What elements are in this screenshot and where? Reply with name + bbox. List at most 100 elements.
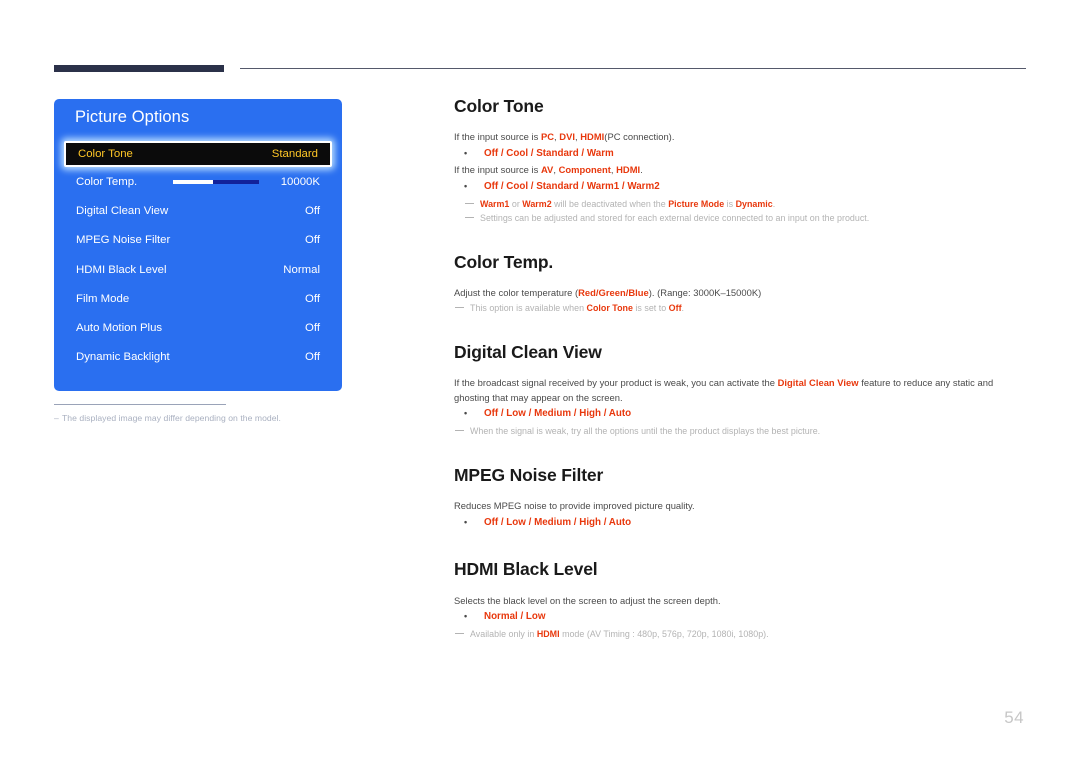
osd-panel-footnote: – The displayed image may differ dependin… <box>54 404 354 423</box>
hdmi-black-level-body: Selects the black level on the screen to… <box>454 594 721 606</box>
osd-picture-options-panel: Picture Options Color Tone Standard Colo… <box>54 99 342 391</box>
section-title-hdmi-black-level: HDMI Black Level <box>454 559 598 580</box>
text-fragment: Adjust the color temperature ( <box>454 287 579 299</box>
osd-row-dynamic-backlight[interactable]: Dynamic Backlight Off <box>54 343 342 372</box>
color-temp-body: Adjust the color temperature (Red/Green/… <box>454 286 1026 301</box>
keyword-component: Component <box>558 164 611 176</box>
keyword-green: Green <box>598 287 626 299</box>
list-item: Off / Low / Medium / High / Auto <box>454 514 1026 533</box>
osd-panel-title: Picture Options <box>75 108 190 126</box>
keyword-dvi: DVI <box>559 131 575 143</box>
keyword-pc: PC <box>540 131 555 143</box>
keyword-color-tone: Color Tone <box>586 302 633 313</box>
color-tone-subnote-2: Settings can be adjusted and stored for … <box>464 211 1026 225</box>
option-values: Off / Low / Medium / High / Auto <box>484 516 632 528</box>
osd-row-film-mode[interactable]: Film Mode Off <box>54 284 342 313</box>
mpeg-noise-filter-options-list: Off / Low / Medium / High / Auto <box>454 514 1026 533</box>
osd-menu-list: Color Tone Standard Color Temp. 10000K D… <box>54 141 342 372</box>
header-thin-line <box>240 68 1026 69</box>
keyword-hdmi: HDMI <box>536 628 560 639</box>
text-fragment: If the broadcast signal received by your… <box>454 377 778 389</box>
subnote-text: When the signal is weak, try all the opt… <box>470 425 821 436</box>
text-fragment: . <box>681 302 685 313</box>
footnote-text: The displayed image may differ depending… <box>62 413 281 423</box>
digital-clean-view-options-list: Off / Low / Medium / High / Auto <box>454 405 1026 424</box>
content-column: Color Tone If the input source is PC, DV… <box>454 96 1026 641</box>
osd-row-color-temp[interactable]: Color Temp. 10000K <box>54 167 342 196</box>
slider-track <box>213 179 259 184</box>
keyword-red: Red <box>578 287 596 299</box>
osd-row-value: 10000K <box>280 175 320 188</box>
osd-row-value: Off <box>305 322 320 335</box>
color-tone-options-av-list: Off / Cool / Standard / Warm1 / Warm2 <box>454 178 1026 197</box>
keyword-digital-clean-view: Digital Clean View <box>777 377 859 389</box>
keyword-blue: Blue <box>628 287 649 299</box>
hdmi-black-level-subnote: Available only in HDMI mode (AV Timing :… <box>454 627 1026 641</box>
osd-row-label: Dynamic Backlight <box>76 351 170 364</box>
page-number: 54 <box>1004 708 1024 727</box>
osd-row-label: Color Tone <box>78 148 133 160</box>
osd-row-digital-clean-view[interactable]: Digital Clean View Off <box>54 196 342 225</box>
text-fragment: is <box>724 198 736 209</box>
color-temp-subnote: This option is available when Color Tone… <box>454 301 1026 315</box>
text-fragment: . <box>772 198 776 209</box>
osd-color-temp-slider[interactable] <box>172 179 259 184</box>
keyword-hdmi: HDMI <box>580 131 605 143</box>
option-values: Normal / Low <box>484 611 546 623</box>
color-tone-intro-av: If the input source is AV, Component, HD… <box>454 163 1026 178</box>
osd-row-label: Film Mode <box>76 292 130 305</box>
osd-row-label: Color Temp. <box>76 175 138 188</box>
text-fragment: If the input source is <box>454 164 541 176</box>
keyword-hdmi: HDMI <box>616 164 641 176</box>
text-fragment: or <box>509 198 523 209</box>
option-values: Off / Cool / Standard / Warm <box>484 147 614 159</box>
keyword-av: AV <box>540 164 554 176</box>
footnote-divider <box>54 404 226 405</box>
osd-row-color-tone[interactable]: Color Tone Standard <box>64 141 332 167</box>
footnote-text-row: – The displayed image may differ dependin… <box>54 413 354 423</box>
keyword-dynamic: Dynamic <box>735 198 773 209</box>
text-fragment: is set to <box>632 302 669 313</box>
keyword-off: Off <box>668 302 682 313</box>
osd-row-value: Standard <box>271 148 318 160</box>
digital-clean-view-subnote: When the signal is weak, try all the opt… <box>454 424 1026 438</box>
text-fragment: If the input source is <box>454 131 541 143</box>
option-values: Off / Cool / Standard / Warm1 / Warm2 <box>484 180 660 192</box>
list-item: Off / Cool / Standard / Warm1 / Warm2 <box>454 178 1026 197</box>
header-accent-bar <box>54 65 224 72</box>
osd-row-auto-motion-plus[interactable]: Auto Motion Plus Off <box>54 313 342 342</box>
text-fragment: ). (Range: 3000K–15000K) <box>648 287 762 299</box>
option-values: Off / Low / Medium / High / Auto <box>484 408 632 420</box>
osd-row-label: Auto Motion Plus <box>76 322 163 335</box>
mpeg-noise-filter-body: Reduces MPEG noise to provide improved p… <box>454 500 695 512</box>
keyword-warm1: Warm1 <box>480 198 510 209</box>
text-fragment: (PC connection). <box>604 131 675 143</box>
keyword-warm2: Warm2 <box>522 198 552 209</box>
osd-row-value: Off <box>305 204 320 217</box>
text-fragment: This option is available when <box>470 302 587 313</box>
text-fragment: mode (AV Timing : 480p, 576p, 720p, 1080… <box>559 628 769 639</box>
section-title-color-tone: Color Tone <box>454 96 544 116</box>
osd-row-label: HDMI Black Level <box>76 263 167 276</box>
color-tone-options-pc-list: Off / Cool / Standard / Warm <box>454 145 1026 164</box>
osd-row-hdmi-black-level[interactable]: HDMI Black Level Normal <box>54 255 342 284</box>
osd-row-label: MPEG Noise Filter <box>76 234 171 247</box>
osd-row-value: Off <box>305 234 320 247</box>
page-header-rule <box>54 62 1026 76</box>
slider-fill <box>172 179 214 184</box>
subnote-text: Settings can be adjusted and stored for … <box>480 212 870 223</box>
osd-row-value: Off <box>305 351 320 364</box>
section-title-mpeg-noise-filter: MPEG Noise Filter <box>454 465 604 486</box>
osd-row-label: Digital Clean View <box>76 204 169 217</box>
section-title-color-temp: Color Temp. <box>454 252 554 272</box>
list-item: Normal / Low <box>454 608 1026 627</box>
osd-row-mpeg-noise-filter[interactable]: MPEG Noise Filter Off <box>54 226 342 255</box>
list-item: Off / Cool / Standard / Warm <box>454 145 1026 164</box>
text-fragment: . <box>640 164 643 176</box>
osd-row-value: Normal <box>283 263 320 276</box>
text-fragment: Available only in <box>470 628 537 639</box>
keyword-picture-mode: Picture Mode <box>668 198 725 209</box>
osd-row-value: Off <box>305 292 320 305</box>
digital-clean-view-body: If the broadcast signal received by your… <box>454 376 1026 405</box>
hdmi-black-level-options-list: Normal / Low <box>454 608 1026 627</box>
